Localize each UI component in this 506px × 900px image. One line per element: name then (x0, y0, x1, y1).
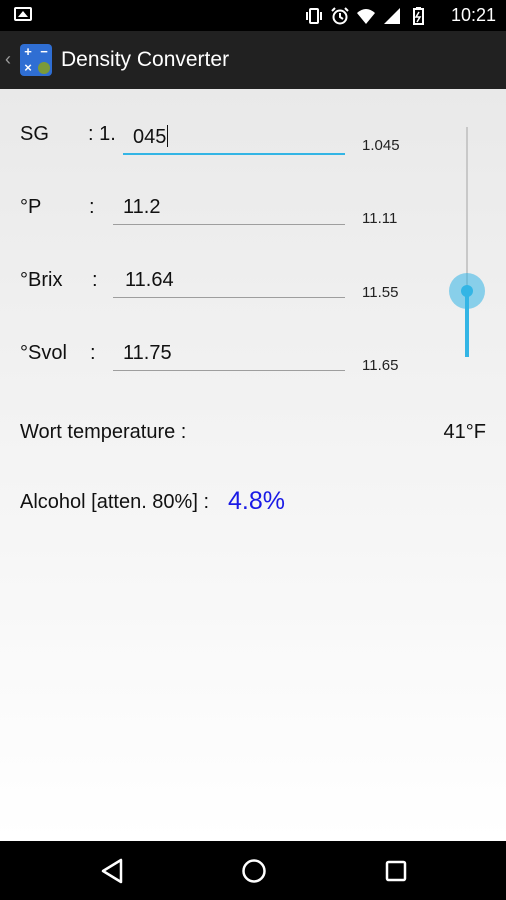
brix-input[interactable]: 11.64 (113, 267, 345, 298)
svol-row: °Svol : 11.75 11.65 (0, 338, 506, 378)
battery-charging-icon (413, 7, 424, 25)
alarm-icon (331, 7, 349, 25)
navigation-bar (0, 841, 506, 900)
sg-input-value: 045 (133, 126, 167, 148)
converter-form: SG : 1. 045 1.045 °P : 11.2 11.11 °Brix … (0, 89, 506, 841)
plato-label: °P (20, 196, 42, 218)
wifi-icon (357, 9, 375, 24)
alcohol-label: Alcohol [atten. 80%] : (20, 491, 210, 513)
status-bar: 10:21 (0, 0, 506, 31)
recents-icon[interactable] (382, 857, 410, 885)
up-navigation-icon[interactable]: ‹ (5, 50, 11, 68)
brix-input-value: 11.64 (125, 269, 174, 291)
text-cursor (167, 125, 169, 147)
clock: 10:21 (450, 5, 496, 25)
plato-row: °P : 11.2 11.11 (0, 192, 506, 232)
plato-input-value: 11.2 (123, 196, 161, 218)
sg-row: SG : 1. 045 1.045 (0, 119, 506, 159)
wort-temperature-label: Wort temperature : (20, 421, 187, 443)
wort-temperature-value: 41°F (443, 421, 486, 443)
brix-computed: 11.55 (362, 284, 399, 301)
sg-input[interactable]: 045 (123, 123, 345, 155)
plato-colon: : (89, 196, 95, 218)
app-title: Density Converter (61, 48, 230, 71)
sg-computed: 1.045 (362, 137, 400, 154)
brix-colon: : (92, 269, 98, 291)
svol-computed: 11.65 (362, 357, 399, 374)
svol-label: °Svol (20, 342, 67, 364)
alcohol-value: 4.8% (228, 487, 285, 515)
plato-input[interactable]: 11.2 (113, 194, 345, 225)
signal-icon (384, 8, 400, 24)
sg-prefix: : 1. (88, 123, 116, 145)
back-icon[interactable] (99, 857, 127, 885)
action-bar: ‹ + − × Density Converter (0, 31, 506, 89)
image-icon (14, 7, 32, 21)
svol-input[interactable]: 11.75 (113, 340, 345, 371)
svol-colon: : (90, 342, 96, 364)
brix-row: °Brix : 11.64 11.55 (0, 265, 506, 305)
svol-input-value: 11.75 (123, 342, 172, 364)
home-icon[interactable] (240, 857, 268, 885)
app-logo-icon[interactable]: + − × (20, 44, 52, 76)
vibrate-icon (306, 8, 322, 24)
plato-computed: 11.11 (362, 210, 398, 227)
slider-thumb[interactable] (461, 285, 473, 297)
sg-label: SG (20, 123, 49, 145)
status-icons (304, 5, 428, 27)
brix-label: °Brix (20, 269, 63, 291)
